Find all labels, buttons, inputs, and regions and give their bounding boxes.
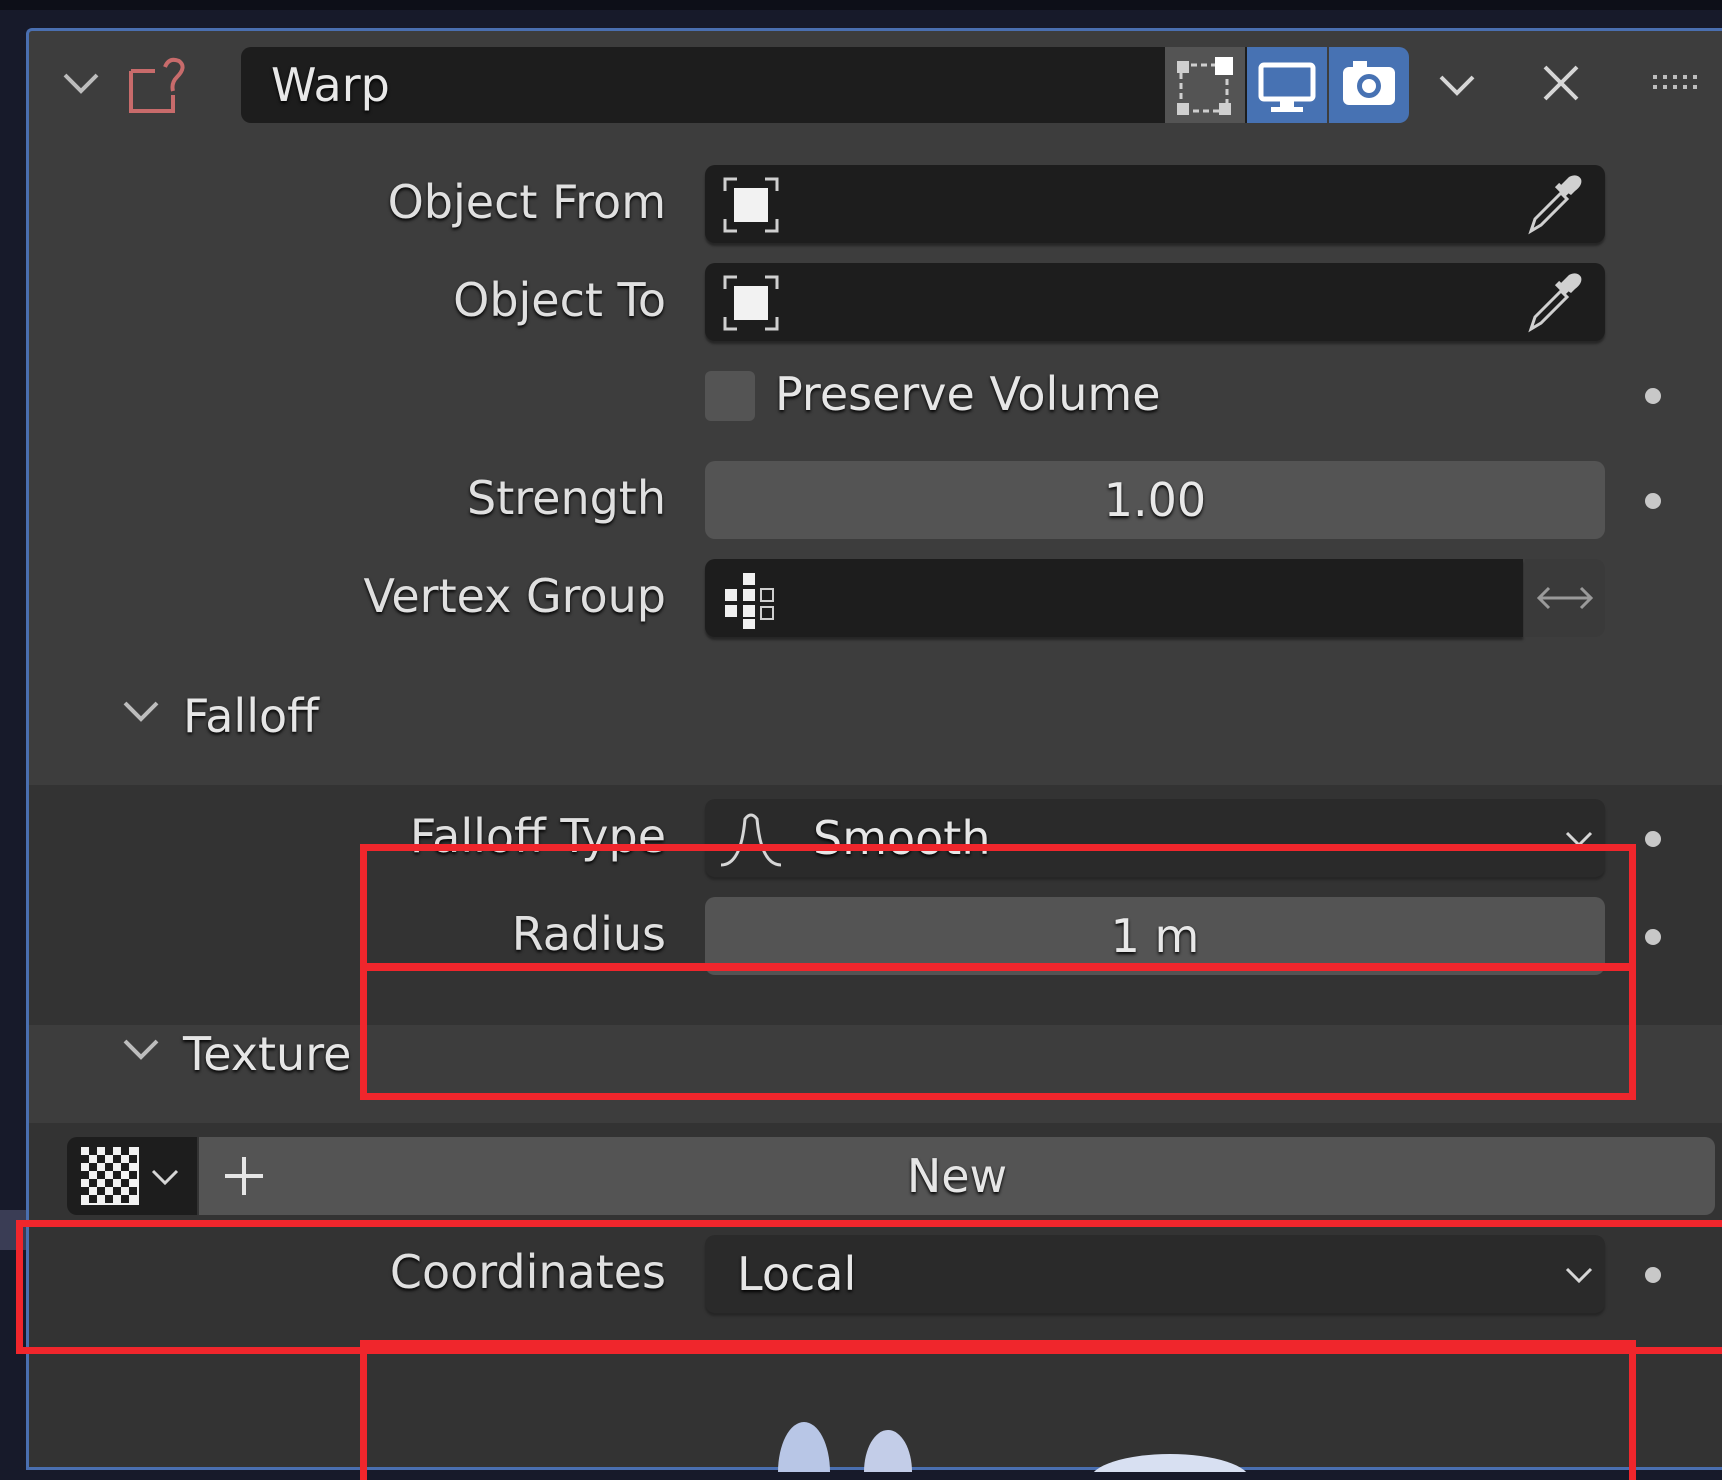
highlight-new-texture <box>16 1220 1722 1354</box>
warp-modifier-icon <box>125 55 189 123</box>
vertex-group-field[interactable] <box>705 559 1523 637</box>
render-toggle[interactable] <box>1329 47 1409 123</box>
object-icon <box>723 275 779 331</box>
new-texture-label: New <box>906 1149 1008 1203</box>
highlight-coordinates <box>360 1340 1636 1480</box>
checker-texture-icon <box>81 1147 139 1205</box>
falloff-chevron-icon[interactable] <box>119 693 163 733</box>
preserve-volume-checkbox[interactable] <box>705 371 755 421</box>
viewport-toggle[interactable] <box>1247 47 1327 123</box>
edit-mode-icon <box>1177 57 1233 115</box>
edit-mode-toggle[interactable] <box>1165 47 1245 123</box>
preserve-volume-label: Preserve Volume <box>775 367 1161 421</box>
keyframe-dot[interactable] <box>1645 929 1661 945</box>
close-icon[interactable] <box>1539 61 1583 109</box>
keyframe-dot[interactable] <box>1645 388 1661 404</box>
object-to-label: Object To <box>453 273 666 327</box>
eyedropper-icon[interactable] <box>1521 271 1585 335</box>
viewport-icon <box>1258 62 1316 112</box>
strength-label: Strength <box>467 471 666 525</box>
vertex-group-icon <box>725 573 774 629</box>
texture-section-title[interactable]: Texture <box>183 1027 351 1081</box>
swap-arrows-icon <box>1536 586 1594 610</box>
modifier-name-field[interactable]: Warp <box>241 47 1321 123</box>
object-icon <box>723 177 779 233</box>
drag-handle-icon[interactable] <box>1651 71 1699 99</box>
strength-field[interactable]: 1.00 <box>705 461 1605 539</box>
eyedropper-icon[interactable] <box>1521 173 1585 237</box>
texture-chevron-icon[interactable] <box>119 1031 163 1071</box>
new-texture-button[interactable]: New <box>199 1137 1715 1215</box>
vertex-group-label: Vertex Group <box>363 569 666 623</box>
object-to-field[interactable] <box>705 263 1605 341</box>
chevron-down-icon <box>151 1169 179 1186</box>
texture-browse-button[interactable] <box>67 1137 197 1215</box>
highlight-falloff-type <box>360 844 1636 970</box>
window-top-edge <box>0 0 1722 10</box>
object-from-field[interactable] <box>705 165 1605 243</box>
extra-options-chevron-icon[interactable] <box>1435 67 1479 107</box>
highlight-radius <box>360 964 1636 1100</box>
falloff-section-title[interactable]: Falloff <box>183 689 319 743</box>
render-icon <box>1343 61 1395 105</box>
modifier-name: Warp <box>271 58 390 112</box>
collapse-chevron-icon[interactable] <box>59 63 103 107</box>
object-from-label: Object From <box>387 175 666 229</box>
keyframe-dot[interactable] <box>1645 493 1661 509</box>
invert-vertex-group-button[interactable] <box>1525 559 1605 637</box>
keyframe-dot[interactable] <box>1645 831 1661 847</box>
